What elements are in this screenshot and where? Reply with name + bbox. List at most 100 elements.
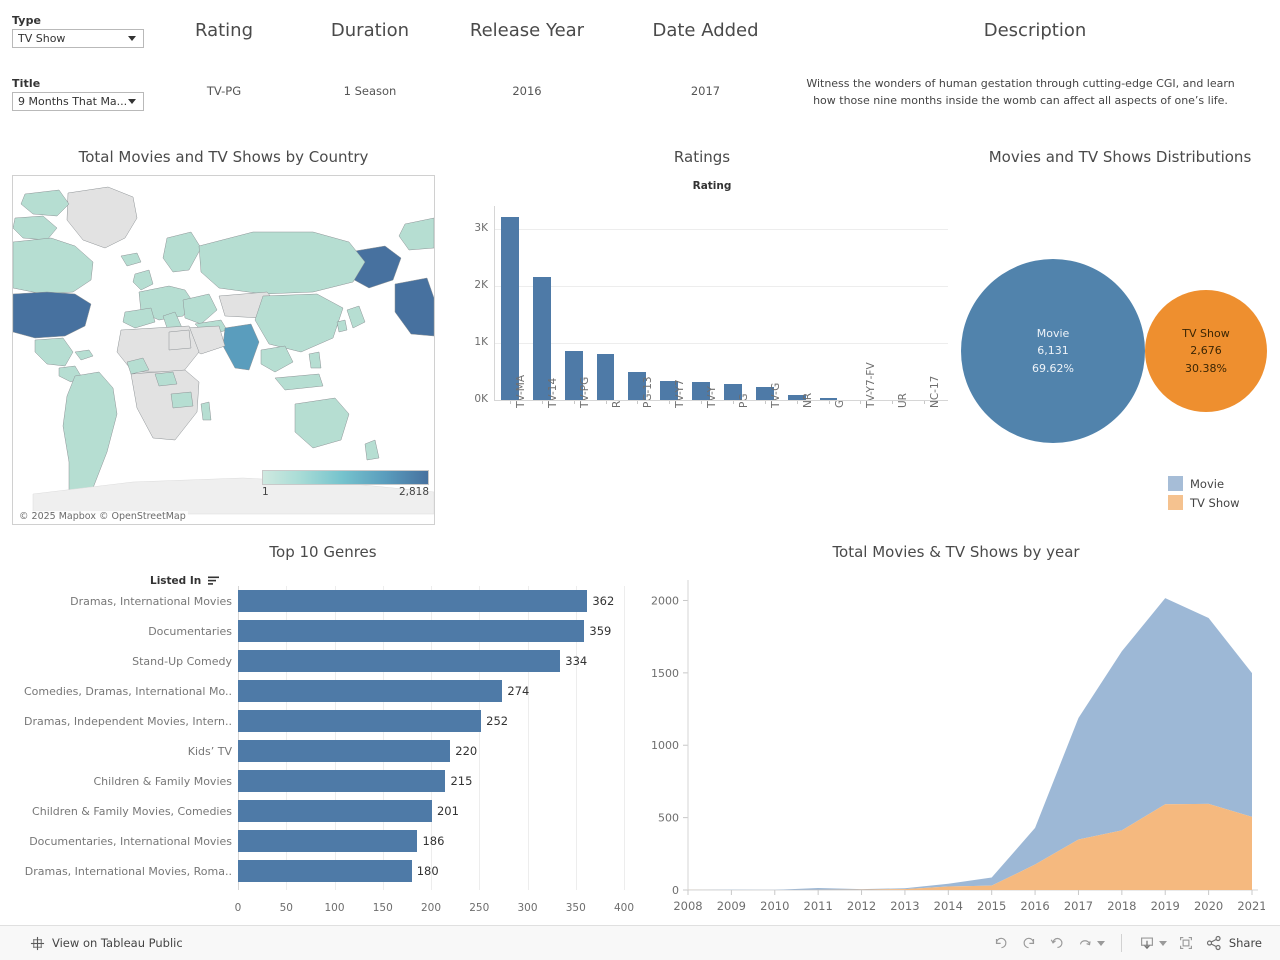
detail-val-rating: TV-PG [206, 84, 242, 98]
redo-icon[interactable] [1020, 934, 1038, 952]
genre-value-label: 334 [565, 654, 588, 668]
distribution-bubble[interactable]: TV Show 2,676 30.38% [1145, 290, 1267, 412]
type-filter-value: TV Show [18, 32, 66, 45]
chevron-down-icon[interactable] [128, 99, 136, 104]
distribution-bubble-chart[interactable]: Movie 6,131 69.62% TV Show 2,676 30.38% [952, 185, 1280, 475]
type-filter[interactable]: Type TV Show [12, 14, 144, 48]
top-genres-bar-chart[interactable]: 0 50 100 150 200 250 300 350 400 Dramas, Internat… [0, 582, 640, 917]
rating-category-label: TV-Y [706, 386, 719, 408]
genre-label[interactable]: Documentaries [0, 625, 232, 638]
tableau-icon [30, 936, 45, 950]
year-panel-title: Total Movies & TV Shows by year [832, 543, 1080, 561]
x-axis-tick: 100 [324, 902, 345, 914]
legend-swatch [1168, 476, 1183, 491]
title-filter[interactable]: Title 9 Months That Ma... [12, 77, 144, 111]
type-filter-select[interactable]: TV Show [12, 29, 144, 48]
x-axis-tick: 2012 [847, 899, 876, 913]
detail-col-release-year-label: Release Year [469, 20, 585, 41]
chevron-down-icon[interactable] [1158, 940, 1167, 946]
bottom-toolbar: View on Tableau Public Share [0, 925, 1280, 960]
genre-value-label: 180 [416, 864, 439, 878]
genre-label[interactable]: Children & Family Movies, Comedies [0, 805, 232, 818]
tableau-dashboard: Type TV Show Title 9 Months That Ma... R… [0, 0, 1280, 960]
ratings-bar-chart[interactable]: 0K1K2K3KTV-MATV-14TV-PGRPG-13TV-Y7TV-YPG… [452, 200, 952, 462]
genre-label[interactable]: Dramas, International Movies, Roma.. [0, 865, 232, 878]
share-label: Share [1228, 936, 1262, 950]
detail-val-date-added: 2017 [690, 84, 721, 98]
genre-label[interactable]: Documentaries, International Movies [0, 835, 232, 848]
y-axis-tick: 500 [658, 812, 679, 825]
genre-label[interactable]: Kids’ TV [0, 745, 232, 758]
genre-label[interactable]: Comedies, Dramas, International Mo.. [0, 685, 232, 698]
x-axis-tick: 150 [372, 902, 393, 914]
view-on-tableau-public-button[interactable]: View on Tableau Public [30, 936, 183, 951]
chevron-down-icon[interactable] [1096, 940, 1105, 946]
bubble-percent: 69.62% [1032, 361, 1074, 375]
genre-bar[interactable] [238, 650, 561, 672]
genre-value-label: 359 [589, 624, 612, 638]
title-filter-select[interactable]: 9 Months That Ma... [12, 92, 144, 111]
genre-bar[interactable] [238, 620, 585, 642]
tvshow-area[interactable] [688, 803, 1252, 890]
detail-col-rating: Rating [164, 20, 284, 41]
genre-bar[interactable] [238, 710, 482, 732]
x-axis-tick: 2017 [1064, 899, 1093, 913]
genre-label[interactable]: Dramas, International Movies [0, 595, 232, 608]
rating-bar[interactable] [596, 354, 615, 400]
rating-category-label: TV-Y7 [674, 379, 687, 408]
genre-value-label: 186 [422, 834, 445, 848]
y-axis-line [494, 206, 495, 400]
rating-category-label: TV-Y7-FV [865, 362, 878, 408]
y-axis-tick: 0 [672, 884, 679, 897]
x-axis-tick: 2010 [760, 899, 789, 913]
genre-value-label: 362 [592, 594, 615, 608]
chevron-down-icon[interactable] [128, 36, 136, 41]
detail-col-release-year: Release Year [457, 20, 597, 41]
genre-bar[interactable] [238, 860, 412, 882]
fullscreen-icon[interactable] [1177, 934, 1195, 952]
shows-by-year-area-chart[interactable]: 0 500 1000 1500 2000 2008 2009 2010 2011 2012 2013… [640, 572, 1265, 917]
area-chart-svg[interactable]: 0 500 1000 1500 2000 2008 2009 2010 2011 2012 2013… [640, 572, 1265, 917]
refresh-icon[interactable] [1076, 934, 1105, 952]
rating-category-label: TV-MA [514, 374, 527, 408]
genre-bar[interactable] [238, 830, 418, 852]
undo-icon[interactable] [992, 934, 1010, 952]
share-button[interactable]: Share [1205, 934, 1262, 952]
map-legend-max: 2,818 [398, 486, 429, 498]
legend-item[interactable]: Movie [1168, 476, 1240, 491]
download-icon[interactable] [1138, 934, 1167, 952]
revert-icon[interactable] [1048, 934, 1066, 952]
distribution-bubble[interactable]: Movie 6,131 69.62% [961, 259, 1145, 443]
map-legend-gradient [262, 470, 429, 485]
map-attribution: © 2025 Mapbox © OpenStreetMap [17, 511, 188, 522]
genre-value-label: 215 [450, 774, 473, 788]
detail-col-rating-label: Rating [194, 20, 254, 41]
rating-category-label: R [610, 400, 623, 408]
bubble-percent: 30.38% [1185, 361, 1227, 375]
genre-value-label: 220 [455, 744, 478, 758]
x-axis-tick: 2015 [977, 899, 1006, 913]
genre-bar[interactable] [238, 800, 432, 822]
country-map[interactable]: 1 2,818 © 2025 Mapbox © OpenStreetMap [12, 175, 435, 525]
detail-col-duration: Duration [310, 20, 430, 41]
genre-bar[interactable] [238, 740, 451, 762]
genre-bar[interactable] [238, 770, 446, 792]
title-filter-label: Title [12, 77, 41, 90]
legend-item[interactable]: TV Show [1168, 495, 1240, 510]
y-axis-tick: 1000 [651, 739, 679, 752]
genre-value-label: 274 [507, 684, 530, 698]
x-axis-tick: 2019 [1151, 899, 1180, 913]
genre-label[interactable]: Stand-Up Comedy [0, 655, 232, 668]
genre-bar[interactable] [238, 590, 588, 612]
type-filter-label: Type [12, 14, 42, 27]
map-legend-min: 1 [262, 486, 269, 498]
genre-label[interactable]: Dramas, Independent Movies, Intern.. [0, 715, 232, 728]
detail-val-release-year: 2016 [512, 84, 542, 98]
rating-bar[interactable] [501, 217, 519, 400]
genre-bar[interactable] [238, 680, 503, 702]
gridline [624, 586, 625, 890]
genre-label[interactable]: Children & Family Movies [0, 775, 232, 788]
x-axis-tick: 400 [613, 902, 635, 914]
map-color-legend: 1 2,818 [262, 470, 429, 498]
map-panel-title: Total Movies and TV Shows by Country [78, 148, 369, 166]
